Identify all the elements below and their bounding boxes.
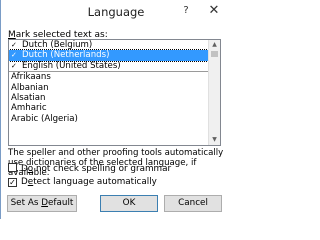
language-item[interactable]: Amharic <box>9 103 210 113</box>
checkbox-label: Detect language automatically <box>21 177 157 187</box>
language-item[interactable]: ✓ English (United States) <box>9 60 210 73</box>
scroll-down-icon[interactable]: ▼ <box>209 135 220 145</box>
spelling-check-icon: ✓ <box>11 51 17 60</box>
help-icon[interactable]: ? <box>177 3 195 19</box>
language-name: English (United States) <box>22 60 121 71</box>
detect-language-checkbox[interactable]: ✓ Detect language automatically <box>8 177 157 187</box>
scroll-up-icon[interactable]: ▲ <box>209 40 220 50</box>
close-icon[interactable]: ✕ <box>201 2 227 20</box>
language-item[interactable]: Arabic (Algeria) <box>9 114 210 124</box>
language-name: Afrikaans <box>11 72 51 83</box>
spelling-check-icon: ✓ <box>11 41 17 49</box>
language-name: Amharic <box>11 103 47 114</box>
language-name: Albanian <box>11 82 49 93</box>
set-as-default-button[interactable]: Set As Default <box>7 195 77 212</box>
dialog-title: Language <box>87 5 145 19</box>
ok-button[interactable]: OK <box>100 195 158 212</box>
language-list: ✓ Dutch (Belgium) ✓ Dutch (Netherlands) ✓ Eng… <box>9 40 210 145</box>
language-item[interactable]: Alsatian <box>9 93 210 103</box>
language-listbox[interactable]: ✓ Dutch (Belgium) ✓ Dutch (Netherlands) ✓ Eng… <box>8 39 221 146</box>
language-item[interactable]: ✓ Dutch (Netherlands) <box>9 49 210 62</box>
language-name: Arabic (Algeria) <box>11 113 78 124</box>
language-item[interactable]: ✓ Dutch (Belgium) <box>9 40 210 50</box>
language-name: Dutch (Netherlands) <box>22 50 110 61</box>
spelling-check-icon: ✓ <box>11 61 17 70</box>
title-bar: Language ? ✕ <box>1 0 231 24</box>
language-name: Dutch (Belgium) <box>22 40 93 50</box>
language-item[interactable]: Afrikaans <box>9 72 210 82</box>
language-item[interactable]: Albanian <box>9 83 210 93</box>
scroll-thumb[interactable] <box>211 51 218 57</box>
language-name: Alsatian <box>11 92 46 103</box>
language-dialog: Language ? ✕ Mark selected text as: ✓ Dut… <box>0 0 230 219</box>
do-not-check-spelling-checkbox[interactable]: Do not check spelling or grammar <box>8 163 171 174</box>
checkbox-box[interactable]: ✓ <box>8 178 17 187</box>
checkbox-label: Do not check spelling or grammar <box>21 164 172 174</box>
vertical-scrollbar[interactable]: ▲ ▼ <box>208 40 220 145</box>
checkbox-box[interactable] <box>8 163 17 172</box>
cancel-button[interactable]: Cancel <box>164 195 222 212</box>
